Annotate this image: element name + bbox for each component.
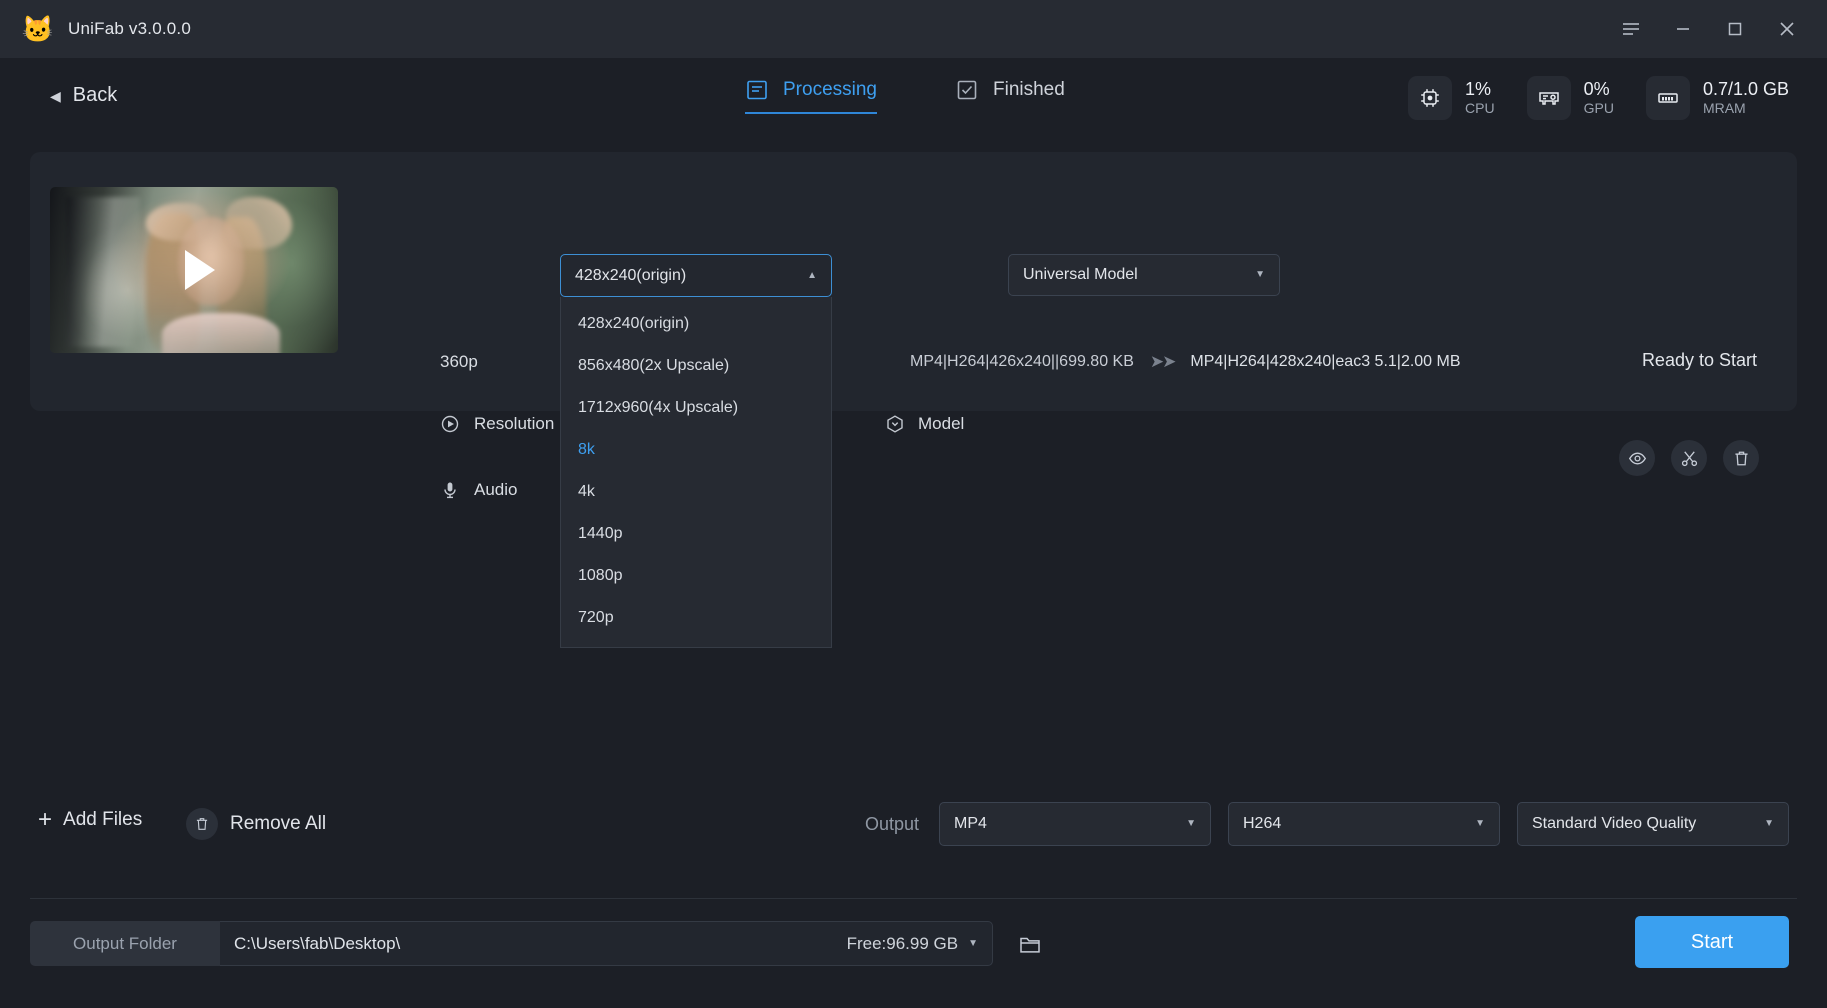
memory-icon [1645,76,1690,120]
source-quality-label: 360p [440,352,478,371]
dropdown-option[interactable]: 428x240(origin) [561,303,831,345]
title-bar: 🐱 UniFab v3.0.0.0 [0,0,1827,58]
window-controls [1605,0,1827,58]
folder-icon[interactable] [1011,925,1049,963]
dropdown-option[interactable]: 1440p [561,513,831,555]
resolution-dropdown-list: 428x240(origin) 856x480(2x Upscale) 1712… [560,297,832,648]
target-file-info: MP4|H264|428x240|eac3 5.1|2.00 MB [1190,353,1461,370]
output-quality-value: Standard Video Quality [1532,815,1697,832]
output-folder-bar: Output Folder C:\Users\fab\Desktop\ Free… [30,921,1049,966]
play-icon[interactable] [185,250,215,290]
tab-finished-label: Finished [993,79,1065,100]
chevron-down-icon: ▼ [1186,818,1196,829]
header-bar: ◀ Back Processing Finished 1% CPU 0% GPU… [0,58,1827,150]
status-badge: Ready to Start [1641,350,1757,370]
plus-icon: + [38,806,53,833]
chevron-down-icon: ▼ [1764,818,1774,829]
source-file-info: MP4|H264|426x240||699.80 KB [910,353,1134,370]
close-icon[interactable] [1761,0,1813,58]
tab-bar: Processing Finished [745,78,1065,114]
conversion-arrow-icon: ➤➤ [1149,352,1176,371]
model-row: Model [885,414,1025,434]
card-action-buttons [1619,440,1759,476]
play-circle-icon [440,414,460,434]
gpu-value: 0% [1583,79,1610,100]
cpu-label: CPU [1465,100,1495,117]
stat-cpu: 1% CPU [1408,76,1495,120]
unifab-window: 🐱 UniFab v3.0.0.0 ◀ Back Processing Fini… [0,0,1827,1008]
resolution-select[interactable]: 428x240(origin) ▲ [560,254,832,297]
scissors-icon[interactable] [1671,440,1707,476]
system-stats: 1% CPU 0% GPU 0.7/1.0 GB MRAM [1408,76,1789,120]
gpu-label: GPU [1583,100,1614,117]
output-label: Output [864,813,919,834]
chevron-down-icon[interactable]: ▼ [968,938,978,949]
output-format-value: MP4 [954,815,987,832]
cat-logo-icon: 🐱 [21,14,55,44]
free-space-label: Free:96.99 GB [846,933,959,953]
add-files-button[interactable]: + Add Files [38,808,142,832]
model-select-value: Universal Model [1023,266,1138,283]
minimize-icon[interactable] [1657,0,1709,58]
dropdown-option[interactable]: 1712x960(4x Upscale) [561,387,831,429]
chevron-down-icon: ▼ [1475,818,1485,829]
stat-mram: 0.7/1.0 GB MRAM [1645,76,1789,120]
model-select[interactable]: Universal Model ▼ [1008,254,1280,296]
dropdown-option[interactable]: 720p [561,597,831,639]
output-folder-label: Output Folder [30,921,220,966]
tab-processing[interactable]: Processing [745,78,877,114]
output-format-select[interactable]: MP4 ▼ [939,802,1211,846]
mram-label: MRAM [1702,100,1746,117]
resolution-label: Resolution [474,414,555,433]
chevron-up-icon: ▲ [807,269,817,281]
trash-icon [186,808,218,840]
cpu-value: 1% [1465,79,1492,100]
resolution-select-value: 428x240(origin) [575,266,687,284]
gpu-icon [1526,76,1571,120]
model-label-group: Model [885,414,1025,434]
processing-icon [745,78,769,102]
trash-icon[interactable] [1723,440,1759,476]
maximize-icon[interactable] [1709,0,1761,58]
add-files-label: Add Files [63,809,143,830]
microphone-icon [440,480,460,500]
menu-icon[interactable] [1605,0,1657,58]
tab-processing-label: Processing [783,79,877,100]
back-label: Back [72,84,118,106]
mram-value: 0.7/1.0 GB [1702,79,1789,100]
file-card: 360p MP4|H264|426x240||699.80 KB ➤➤ MP4|… [30,152,1797,499]
dropdown-option[interactable]: 1080p [561,555,831,597]
chevron-down-icon: ▼ [1255,269,1265,280]
app-title: UniFab v3.0.0.0 [68,19,192,38]
model-label: Model [918,414,965,433]
remove-all-button[interactable]: Remove All [186,808,326,840]
start-label: Start [1690,930,1734,953]
model-hex-icon [885,414,905,434]
output-folder-path: C:\Users\fab\Desktop\ [234,933,401,953]
stat-gpu: 0% GPU [1526,76,1614,120]
footer-divider [30,898,1797,899]
tab-finished[interactable]: Finished [955,78,1065,114]
eye-icon[interactable] [1619,440,1655,476]
file-conversion-info: MP4|H264|426x240||699.80 KB ➤➤ MP4|H264|… [910,352,1461,372]
output-folder-path-field[interactable]: C:\Users\fab\Desktop\ Free:96.99 GB ▼ [220,921,993,966]
video-thumbnail[interactable] [50,187,338,353]
output-codec-value: H264 [1243,815,1282,832]
output-quality-select[interactable]: Standard Video Quality ▼ [1517,802,1789,846]
dropdown-option-selected[interactable]: 8k [561,429,831,471]
dropdown-option[interactable]: 4k [561,471,831,513]
output-settings-row: Output MP4 ▼ H264 ▼ Standard Video Quali… [865,802,1789,846]
finished-check-icon [955,78,979,102]
audio-label: Audio [474,480,518,499]
output-codec-select[interactable]: H264 ▼ [1228,802,1500,846]
remove-all-label: Remove All [230,813,327,834]
dropdown-option[interactable]: 856x480(2x Upscale) [561,345,831,387]
start-button[interactable]: Start [1635,916,1789,968]
chevron-left-icon: ◀ [50,87,61,104]
cpu-icon [1408,76,1453,120]
back-button[interactable]: ◀ Back [50,84,117,107]
